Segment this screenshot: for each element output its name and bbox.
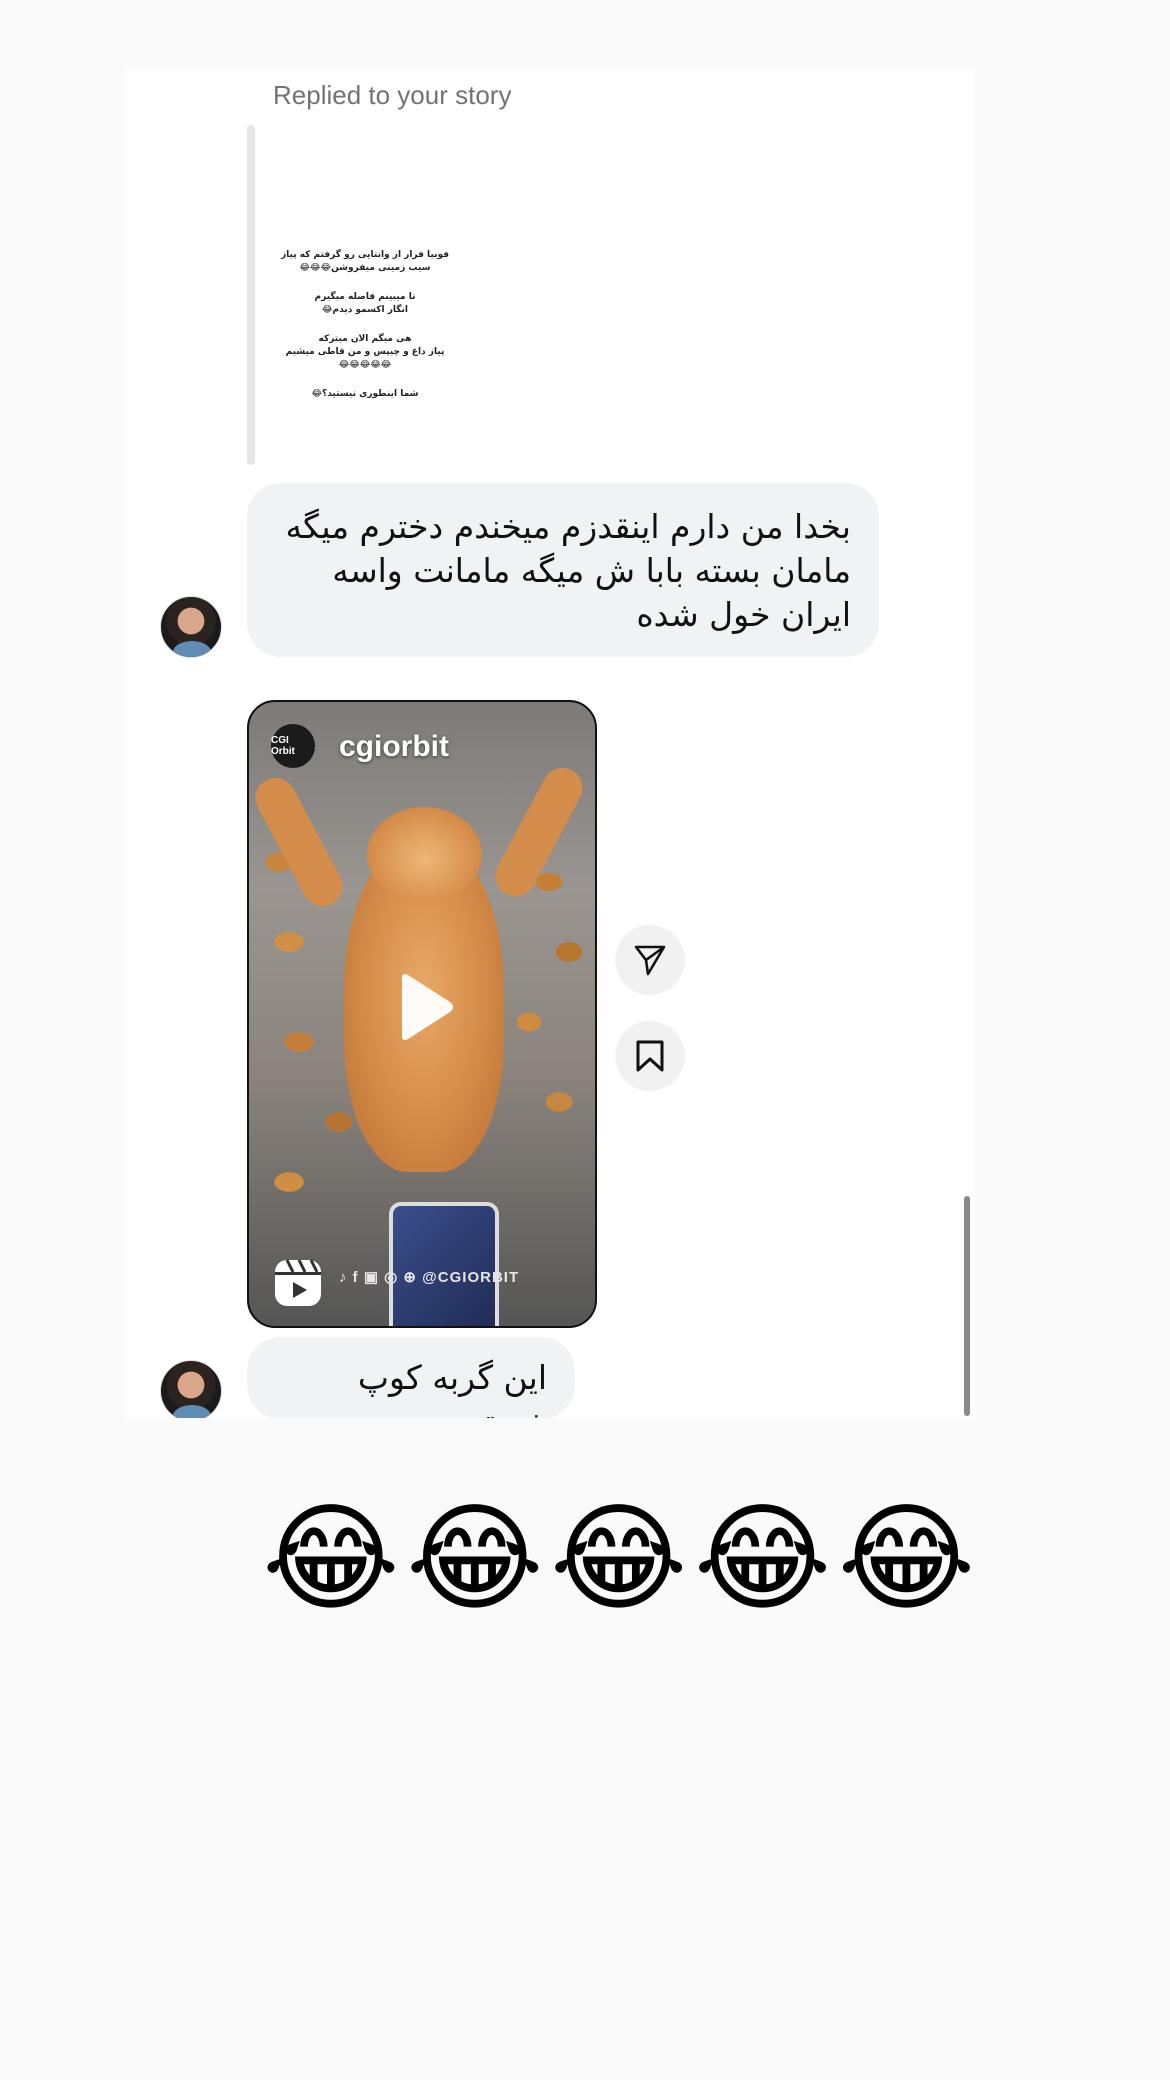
message-bubble[interactable]: بخدا من دارم اینقدزم میخندم دخترم میگه م…	[247, 483, 879, 657]
story-reply-indicator	[247, 125, 255, 465]
story-text-line: سیب زمینی میفروشن😂😂😂	[299, 263, 431, 273]
bookmark-icon	[636, 1040, 664, 1072]
story-text-line: هی میگم الان میترکه	[318, 334, 412, 344]
story-text-line: تا میبینم فاصله میگیرم	[314, 292, 416, 302]
story-text-line: پیاز داغ و چیپس و من قاطی میشیم	[285, 347, 445, 357]
reel-account-logo: CGI Orbit	[271, 724, 315, 768]
play-icon[interactable]	[394, 972, 454, 1042]
avatar[interactable]	[160, 596, 222, 658]
scrollbar[interactable]	[964, 1196, 970, 1416]
avatar[interactable]	[160, 1360, 222, 1418]
save-button[interactable]	[615, 1021, 685, 1091]
emoji-caption: 😂😂😂😂😂	[262, 1489, 982, 1627]
share-button[interactable]	[615, 925, 685, 995]
reel-thumbnail-detail	[389, 1202, 499, 1326]
reel-thumbnail-detail	[367, 807, 482, 902]
shared-reel[interactable]: CGI Orbit cgiorbit ♪ f ▣ ◎ ⊕ @CGIORBIT	[247, 700, 597, 1328]
story-thumbnail[interactable]: فوبیا فرار از وانتایی رو گرفتم که پیاز س…	[265, 170, 465, 460]
reel-username[interactable]: cgiorbit	[339, 730, 449, 764]
send-icon	[634, 945, 666, 976]
chat-thread: Replied to your story فوبیا فرار از وانت…	[125, 70, 975, 1418]
story-text-line: 😂😂😂😂😂	[338, 360, 392, 370]
replied-to-story-label: Replied to your story	[273, 80, 512, 110]
story-text-line: فوبیا فرار از وانتایی رو گرفتم که پیاز	[280, 250, 450, 260]
reel-watermark: ♪ f ▣ ◎ ⊕ @CGIORBIT	[339, 1269, 520, 1286]
reels-icon	[275, 1259, 321, 1306]
story-text-line: شما اینطوری نیستید؟😂	[311, 389, 419, 399]
story-text-line: انگار اکسمو دیدم😂	[322, 305, 408, 315]
message-bubble[interactable]: این گربه کوپ خودته	[247, 1337, 575, 1418]
